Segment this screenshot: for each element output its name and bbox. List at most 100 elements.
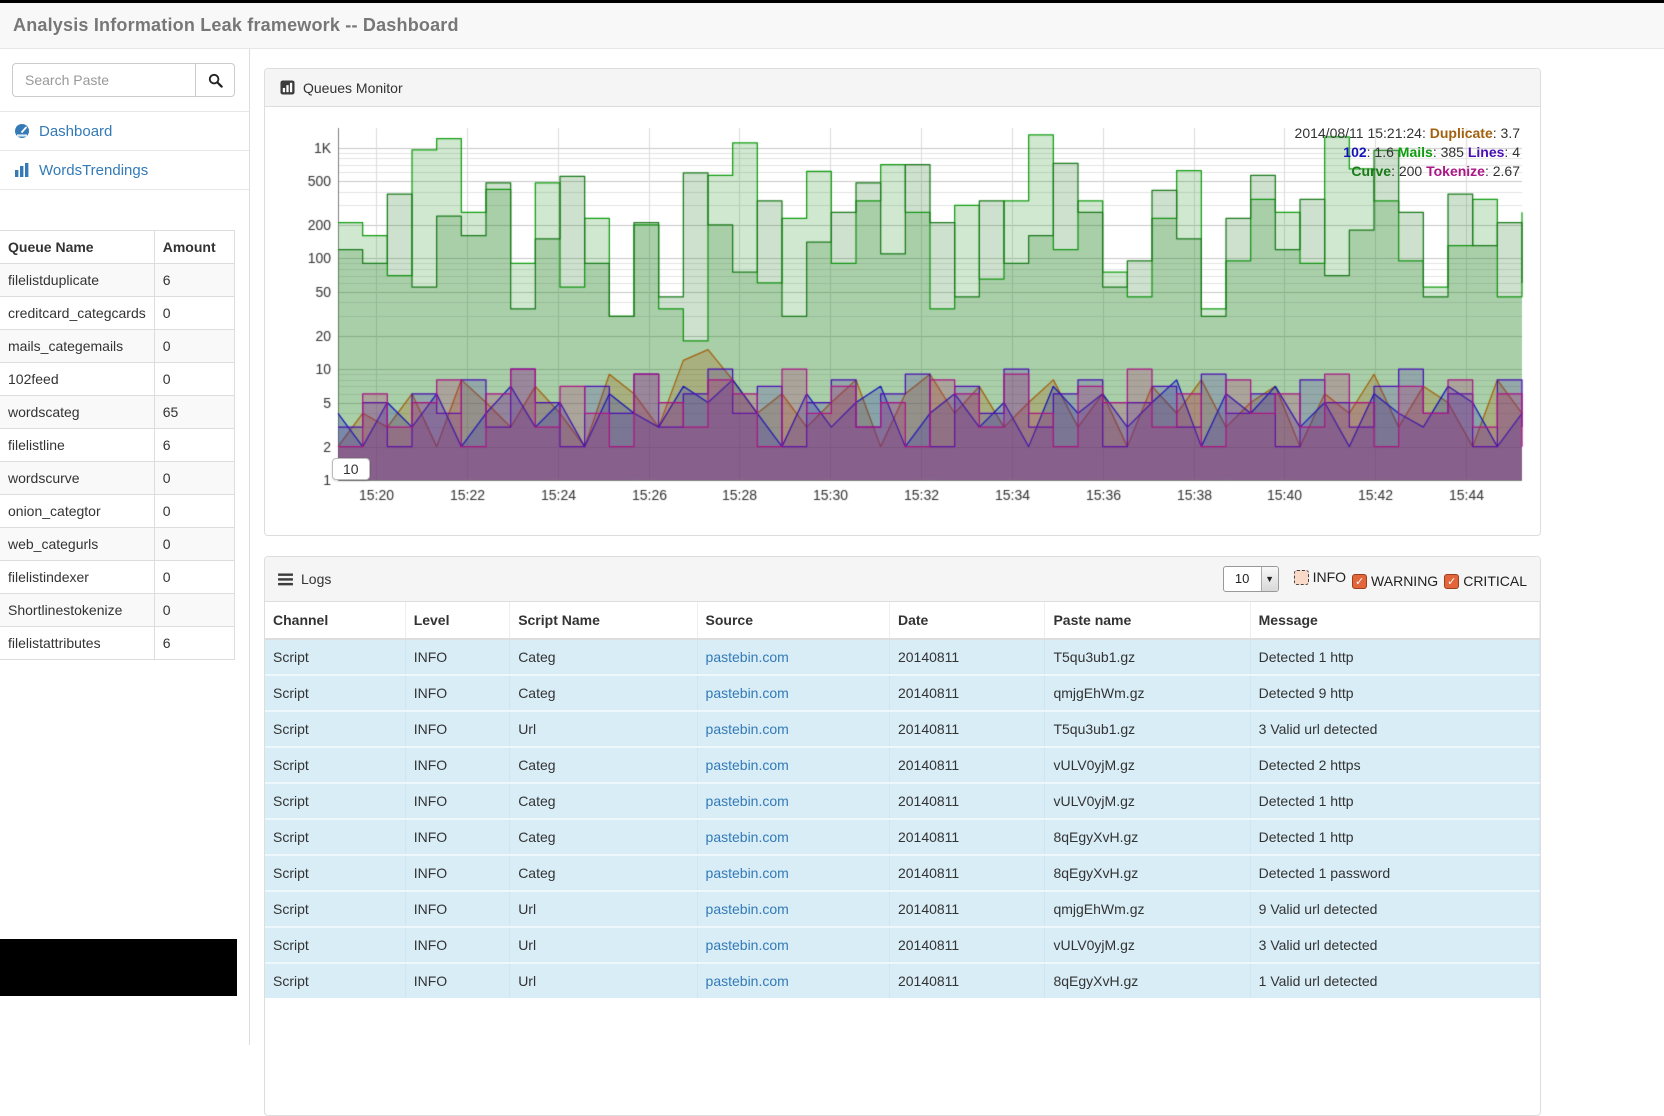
legend-series-name: Duplicate <box>1430 125 1493 141</box>
log-cell: Categ <box>510 639 697 675</box>
legend-text: : 1.6 <box>1367 144 1398 160</box>
logs-table: ChannelLevelScript NameSourceDatePaste n… <box>265 602 1540 998</box>
queue-name-cell: creditcard_categcards <box>0 297 154 330</box>
queue-amount-cell: 0 <box>154 297 234 330</box>
queue-name-cell: filelistindexer <box>0 561 154 594</box>
queue-amount-cell: 0 <box>154 462 234 495</box>
log-cell: Categ <box>510 855 697 891</box>
log-level-filters: INFO✓WARNING✓CRITICAL <box>1288 569 1527 589</box>
source-link[interactable]: pastebin.com <box>706 757 789 773</box>
queues-monitor-heading: Queues Monitor <box>265 69 1540 107</box>
log-cell: Detected 1 http <box>1250 783 1539 819</box>
logs-panel: Logs 10 ▼ INFO✓WARNING✓CRITICAL ChannelL… <box>264 556 1541 1116</box>
log-cell: pastebin.com <box>697 675 889 711</box>
page-title: Analysis Information Leak framework -- D… <box>0 15 459 36</box>
bar-chart-icon <box>14 162 30 178</box>
log-cell: 3 Valid url detected <box>1250 927 1539 963</box>
log-cell: vULV0yjM.gz <box>1045 747 1250 783</box>
filter-label: CRITICAL <box>1463 573 1527 589</box>
logs-column-header: Message <box>1250 602 1539 639</box>
source-link[interactable]: pastebin.com <box>706 865 789 881</box>
queue-table-body: filelistduplicate6creditcard_categcards0… <box>0 264 235 660</box>
legend-series-name: 102 <box>1343 144 1366 160</box>
log-cell: Script <box>265 747 405 783</box>
source-link[interactable]: pastebin.com <box>706 901 789 917</box>
queue-table: Queue Name Amount filelistduplicate6cred… <box>0 230 235 660</box>
list-icon <box>278 573 293 586</box>
sidebar-item-dashboard[interactable]: Dashboard <box>0 112 249 151</box>
log-cell: vULV0yjM.gz <box>1045 927 1250 963</box>
source-link[interactable]: pastebin.com <box>706 973 789 989</box>
checkbox-checked-icon[interactable]: ✓ <box>1444 574 1459 589</box>
chart-annotation-box[interactable]: 10 <box>332 458 370 480</box>
legend-series-name: Mails <box>1398 144 1433 160</box>
log-row: ScriptINFOCategpastebin.com201408118qEgy… <box>265 855 1540 891</box>
log-cell: pastebin.com <box>697 855 889 891</box>
log-row: ScriptINFOUrlpastebin.com20140811qmjgEhW… <box>265 891 1540 927</box>
source-link[interactable]: pastebin.com <box>706 649 789 665</box>
log-row: ScriptINFOUrlpastebin.com20140811T5qu3ub… <box>265 711 1540 747</box>
chart-legend: 2014/08/11 15:21:24: Duplicate: 3.7102: … <box>1295 124 1520 181</box>
log-cell: qmjgEhWm.gz <box>1045 891 1250 927</box>
legend-line: 2014/08/11 15:21:24: Duplicate: 3.7 <box>1295 124 1520 143</box>
sidebar-item-wordstrendings[interactable]: WordsTrendings <box>0 151 249 190</box>
sidebar-item-label: Dashboard <box>39 123 112 140</box>
queue-name-cell: 102feed <box>0 363 154 396</box>
log-cell: Script <box>265 927 405 963</box>
log-row: ScriptINFOUrlpastebin.com201408118qEgyXv… <box>265 963 1540 998</box>
legend-line: Curve: 200 Tokenize: 2.67 <box>1295 162 1520 181</box>
log-cell: pastebin.com <box>697 639 889 675</box>
log-row: ScriptINFOCategpastebin.com201408118qEgy… <box>265 819 1540 855</box>
log-cell: 20140811 <box>889 855 1044 891</box>
log-cell: Url <box>510 927 697 963</box>
source-link[interactable]: pastebin.com <box>706 937 789 953</box>
queue-row: Shortlinestokenize0 <box>0 594 235 627</box>
queue-row: filelistline6 <box>0 429 235 462</box>
logs-column-header: Source <box>697 602 889 639</box>
log-cell: INFO <box>405 927 510 963</box>
queue-amount-cell: 65 <box>154 396 234 429</box>
log-cell: Url <box>510 963 697 998</box>
queue-row: web_categurls0 <box>0 528 235 561</box>
log-cell: pastebin.com <box>697 927 889 963</box>
queues-monitor-title: Queues Monitor <box>303 80 403 96</box>
checkbox-checked-icon[interactable]: ✓ <box>1352 574 1367 589</box>
queue-amount-cell: 0 <box>154 495 234 528</box>
queue-table-header-amount: Amount <box>154 231 234 264</box>
log-cell: INFO <box>405 891 510 927</box>
legend-line: 102: 1.6 Mails: 385 Lines: 4 <box>1295 143 1520 162</box>
filter-critical[interactable]: ✓ CRITICAL <box>1444 573 1527 589</box>
log-cell: 1 Valid url detected <box>1250 963 1539 998</box>
page-size-select[interactable]: 10 ▼ <box>1223 566 1279 592</box>
queue-amount-cell: 0 <box>154 561 234 594</box>
log-row: ScriptINFOCategpastebin.com20140811vULV0… <box>265 783 1540 819</box>
source-link[interactable]: pastebin.com <box>706 685 789 701</box>
legend-text: : 200 <box>1391 163 1426 179</box>
log-cell: INFO <box>405 711 510 747</box>
page-size-value: 10 <box>1224 567 1261 591</box>
log-cell: 20140811 <box>889 747 1044 783</box>
log-cell: INFO <box>405 783 510 819</box>
search-input[interactable] <box>12 63 195 97</box>
log-cell: Script <box>265 855 405 891</box>
log-cell: 8qEgyXvH.gz <box>1045 963 1250 998</box>
queue-row: filelistduplicate6 <box>0 264 235 297</box>
log-cell: Detected 1 password <box>1250 855 1539 891</box>
source-link[interactable]: pastebin.com <box>706 829 789 845</box>
checkbox-unchecked-icon[interactable] <box>1294 570 1309 585</box>
filter-warning[interactable]: ✓WARNING <box>1352 573 1438 589</box>
log-cell: Script <box>265 819 405 855</box>
legend-text: : 3.7 <box>1493 125 1520 141</box>
logs-title: Logs <box>301 571 331 587</box>
filter-info[interactable]: INFO <box>1294 569 1346 585</box>
log-cell: pastebin.com <box>697 963 889 998</box>
queue-name-cell: filelistattributes <box>0 627 154 660</box>
queue-amount-cell: 6 <box>154 429 234 462</box>
log-cell: Script <box>265 891 405 927</box>
search-button[interactable] <box>195 63 235 97</box>
log-cell: 20140811 <box>889 783 1044 819</box>
queue-name-cell: Shortlinestokenize <box>0 594 154 627</box>
source-link[interactable]: pastebin.com <box>706 721 789 737</box>
source-link[interactable]: pastebin.com <box>706 793 789 809</box>
log-cell: Script <box>265 711 405 747</box>
